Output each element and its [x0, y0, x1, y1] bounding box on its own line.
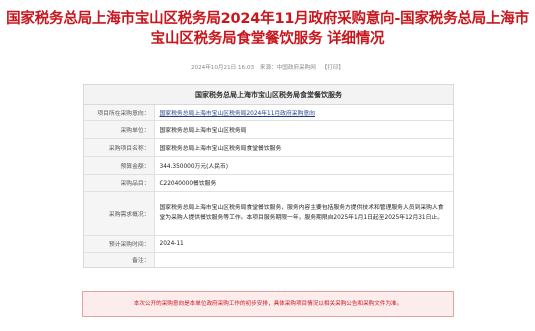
row-label: 采购项目名称：	[84, 138, 155, 157]
table-row: 预算金额： 344.350000万元(人民币)	[84, 156, 453, 175]
table-row: 备注：	[84, 252, 453, 267]
procurement-notice: 本次公开的采购意向是本单位政府采购工作的初步安排，具体采购项目情况以相关采购公告…	[82, 291, 454, 317]
row-label: 预算金额：	[84, 156, 155, 175]
row-value: 344.350000万元(人民币)	[154, 156, 453, 175]
publish-source: 来源：中国政府采购网	[259, 65, 316, 71]
procurement-intent-link[interactable]: 国家税务总局上海市宝山区税务局2024年11月政府采购意向	[160, 111, 315, 117]
table-row: 采购品目： C22040000餐饮服务	[84, 174, 453, 192]
row-value: 国家税务总局上海市宝山区税务局食堂餐饮服务	[154, 138, 453, 157]
publish-meta: 2024年10月21日 16:03 来源：中国政府采购网 【打印】	[0, 63, 535, 71]
table-row: 采购需求概况： 国家税务总局上海市宝山区税务局食堂餐饮服务，服务内容主要包括服务…	[84, 191, 453, 236]
table-row: 项目所在采购意向： 国家税务总局上海市宝山区税务局2024年11月政府采购意向	[84, 105, 453, 121]
page-title-line-2: 宝山区税务局食堂餐饮服务 详细情况	[150, 31, 385, 47]
row-value: 国家税务总局上海市宝山区税务局食堂餐饮服务，服务内容主要包括服务方提供技术和管理…	[154, 191, 453, 236]
table-row: 采购单位： 国家税务总局上海市宝山区税务局	[84, 120, 453, 139]
table-heading: 国家税务总局上海市宝山区税务局食堂餐饮服务	[84, 85, 453, 105]
row-label: 预计采购时间：	[84, 235, 155, 253]
row-value: 国家税务总局上海市宝山区税务局	[154, 120, 453, 139]
table-row: 采购项目名称： 国家税务总局上海市宝山区税务局食堂餐饮服务	[84, 138, 453, 157]
page-title-line-1: 国家税务总局上海市宝山区税务局2024年11月政府采购意向-国家税务总局上海市	[6, 11, 529, 27]
row-label: 采购单位：	[84, 120, 155, 139]
row-value: 国家税务总局上海市宝山区税务局2024年11月政府采购意向	[154, 105, 453, 121]
row-label: 项目所在采购意向：	[84, 105, 155, 121]
row-label: 采购品目：	[84, 174, 155, 192]
row-label: 采购需求概况：	[84, 191, 155, 236]
publish-datetime: 2024年10月21日 16:03	[190, 65, 255, 71]
table-row: 预计采购时间： 2024-11	[84, 235, 453, 253]
detail-table: 国家税务总局上海市宝山区税务局食堂餐饮服务 项目所在采购意向： 国家税务总局上海…	[83, 84, 454, 268]
detail-rows: 项目所在采购意向： 国家税务总局上海市宝山区税务局2024年11月政府采购意向 …	[84, 105, 453, 267]
page-title: 国家税务总局上海市宝山区税务局2024年11月政府采购意向-国家税务总局上海市 …	[0, 9, 535, 49]
print-link[interactable]: 【打印】	[322, 65, 344, 71]
row-value: 2024-11	[154, 235, 453, 253]
row-label: 备注：	[84, 252, 155, 267]
row-value: C22040000餐饮服务	[154, 174, 453, 192]
row-value	[154, 252, 453, 267]
